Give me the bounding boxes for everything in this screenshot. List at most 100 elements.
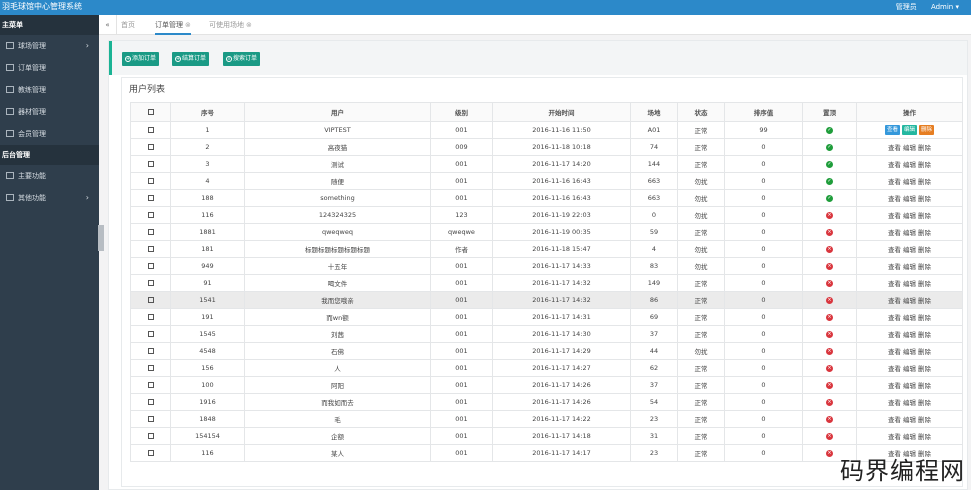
row-checkbox[interactable] [147,178,154,184]
edit-button[interactable]: 编辑 [903,144,916,152]
edit-button[interactable]: 编辑 [903,348,916,356]
add-order-button[interactable]: + 添加订单 [122,52,160,66]
edit-button[interactable]: 编辑 [903,229,916,237]
edit-button[interactable]: 编辑 [903,246,916,254]
edit-button[interactable]: 编辑 [901,125,917,135]
role-label[interactable]: 管理员 [896,3,917,11]
view-button[interactable]: 查看 [888,433,901,441]
table-row[interactable]: 949 十五年 001 2016-11-17 14:33 83 勿扰 0 × 查看 编辑 删除 [130,257,963,275]
edit-button[interactable]: 编辑 [903,297,916,305]
delete-button[interactable]: 删除 [918,297,931,305]
summary-order-button[interactable]: + 结算订单 [172,52,210,66]
view-button[interactable]: 查看 [888,212,901,220]
row-checkbox[interactable] [147,195,154,201]
delete-button[interactable]: 删除 [918,178,931,186]
user-dropdown[interactable]: Admin ▾ [931,3,959,11]
delete-button[interactable]: 删除 [918,263,931,271]
table-row[interactable]: 188 something 001 2016-11-16 16:43 663 勿扰 0 ✓ 查看… [130,189,963,207]
table-row[interactable]: 1916 而我如而去 001 2016-11-17 14:26 54 正常 0 × 查看 编辑 删除 [130,393,963,411]
edit-button[interactable]: 编辑 [903,433,916,441]
delete-button[interactable]: 删除 [918,331,931,339]
edit-button[interactable]: 编辑 [903,195,916,203]
close-icon[interactable]: ⊗ [246,21,252,29]
table-row[interactable]: 2 高夜猫 009 2016-11-18 10:18 74 正常 0 ✓ 查看 编辑 删除 [130,138,963,156]
view-button[interactable]: 查看 [888,161,901,169]
tab-home[interactable]: 首页 [121,15,135,35]
edit-button[interactable]: 编辑 [903,365,916,373]
row-checkbox[interactable] [147,127,154,133]
close-icon[interactable]: ⊗ [185,21,191,29]
row-checkbox[interactable] [147,297,154,303]
row-checkbox[interactable] [147,450,154,456]
edit-button[interactable]: 编辑 [903,382,916,390]
view-button[interactable]: 查看 [888,297,901,305]
view-button[interactable]: 查看 [888,280,901,288]
sidebar-item[interactable]: 会员管理 [0,123,99,145]
delete-button[interactable]: 删除 [918,348,931,356]
edit-button[interactable]: 编辑 [903,314,916,322]
row-checkbox[interactable] [147,399,154,405]
table-row[interactable]: 4548 石佛 001 2016-11-17 14:29 44 勿扰 0 × 查看 编辑 删除 [130,342,963,360]
view-button[interactable]: 查看 [888,144,901,152]
table-row[interactable]: 4 随便 001 2016-11-16 16:43 663 勿扰 0 ✓ 查看 编辑 删除 [130,172,963,190]
delete-button[interactable]: 删除 [918,416,931,424]
view-button[interactable]: 查看 [888,382,901,390]
delete-button[interactable]: 删除 [918,280,931,288]
sidebar-item[interactable]: 球场管理 › [0,35,99,57]
delete-button[interactable]: 删除 [918,246,931,254]
row-checkbox[interactable] [147,365,154,371]
tab-venues[interactable]: 可使用场地 ⊗ [209,15,252,35]
table-row[interactable]: 1848 毛 001 2016-11-17 14:22 23 正常 0 × 查看 编辑 删除 [130,410,963,428]
row-checkbox[interactable] [147,229,154,235]
row-checkbox[interactable] [147,212,154,218]
table-row[interactable]: 100 阿阳 001 2016-11-17 14:26 37 正常 0 × 查看 编辑 删除 [130,376,963,394]
row-checkbox[interactable] [147,246,154,252]
delete-button[interactable]: 删除 [918,229,931,237]
view-button[interactable]: 查看 [888,263,901,271]
view-button[interactable]: 查看 [888,331,901,339]
row-checkbox[interactable] [147,280,154,286]
delete-button[interactable]: 删除 [918,314,931,322]
sidebar-item[interactable]: 其他功能 › [0,187,99,209]
edit-button[interactable]: 编辑 [903,212,916,220]
edit-button[interactable]: 编辑 [903,263,916,271]
view-button[interactable]: 查看 [888,365,901,373]
table-row[interactable]: 91 喝文件 001 2016-11-17 14:32 149 正常 0 × 查看 编辑 删除 [130,274,963,292]
tab-back-button[interactable]: « [99,15,117,35]
table-row[interactable]: 156 人 001 2016-11-17 14:27 62 正常 0 × 查看 编辑 删除 [130,359,963,377]
delete-button[interactable]: 删除 [918,382,931,390]
row-checkbox[interactable] [147,314,154,320]
table-row[interactable]: 3 测试 001 2016-11-17 14:20 144 正常 0 ✓ 查看 编辑 删除 [130,155,963,173]
row-checkbox[interactable] [147,263,154,269]
table-row[interactable]: 181 标题标题标题标题标题 作者 2016-11-18 15:47 4 勿扰 0 × 查看 编辑… [130,240,963,258]
edit-button[interactable]: 编辑 [903,161,916,169]
delete-button[interactable]: 删除 [918,161,931,169]
row-checkbox[interactable] [147,331,154,337]
delete-button[interactable]: 删除 [918,195,931,203]
edit-button[interactable]: 编辑 [903,280,916,288]
search-order-button[interactable]: ⌕ 搜索订单 [223,52,261,66]
tab-orders[interactable]: 订单管理 ⊗ [155,15,191,35]
delete-button[interactable]: 删除 [919,125,935,135]
table-row[interactable]: 1 VIPTEST 001 2016-11-16 11:50 A01 正常 99 ✓ 查看 编辑删… [130,121,963,139]
view-button[interactable]: 查看 [888,246,901,254]
table-row[interactable]: 1881 qweqweq qweqwe 2016-11-19 00:35 59 正常 0 × 查… [130,223,963,241]
row-checkbox[interactable] [147,161,154,167]
sidebar-item[interactable]: 主要功能 [0,165,99,187]
delete-button[interactable]: 删除 [918,399,931,407]
view-button[interactable]: 查看 [884,125,900,135]
row-checkbox[interactable] [147,416,154,422]
edit-button[interactable]: 编辑 [903,331,916,339]
table-row[interactable]: 1545 刘茜 001 2016-11-17 14:30 37 正常 0 × 查看 编辑 删除 [130,325,963,343]
sidebar-item[interactable]: 器材管理 [0,101,99,123]
view-button[interactable]: 查看 [888,229,901,237]
table-row[interactable]: 116 某人 001 2016-11-17 14:17 23 正常 0 × 查看 编辑 删除 [130,444,963,462]
view-button[interactable]: 查看 [888,178,901,186]
sidebar-item[interactable]: 教练管理 [0,79,99,101]
row-checkbox[interactable] [147,433,154,439]
view-button[interactable]: 查看 [888,399,901,407]
edit-button[interactable]: 编辑 [903,416,916,424]
edit-button[interactable]: 编辑 [903,399,916,407]
edit-button[interactable]: 编辑 [903,178,916,186]
sidebar-item[interactable]: 订单管理 [0,57,99,79]
